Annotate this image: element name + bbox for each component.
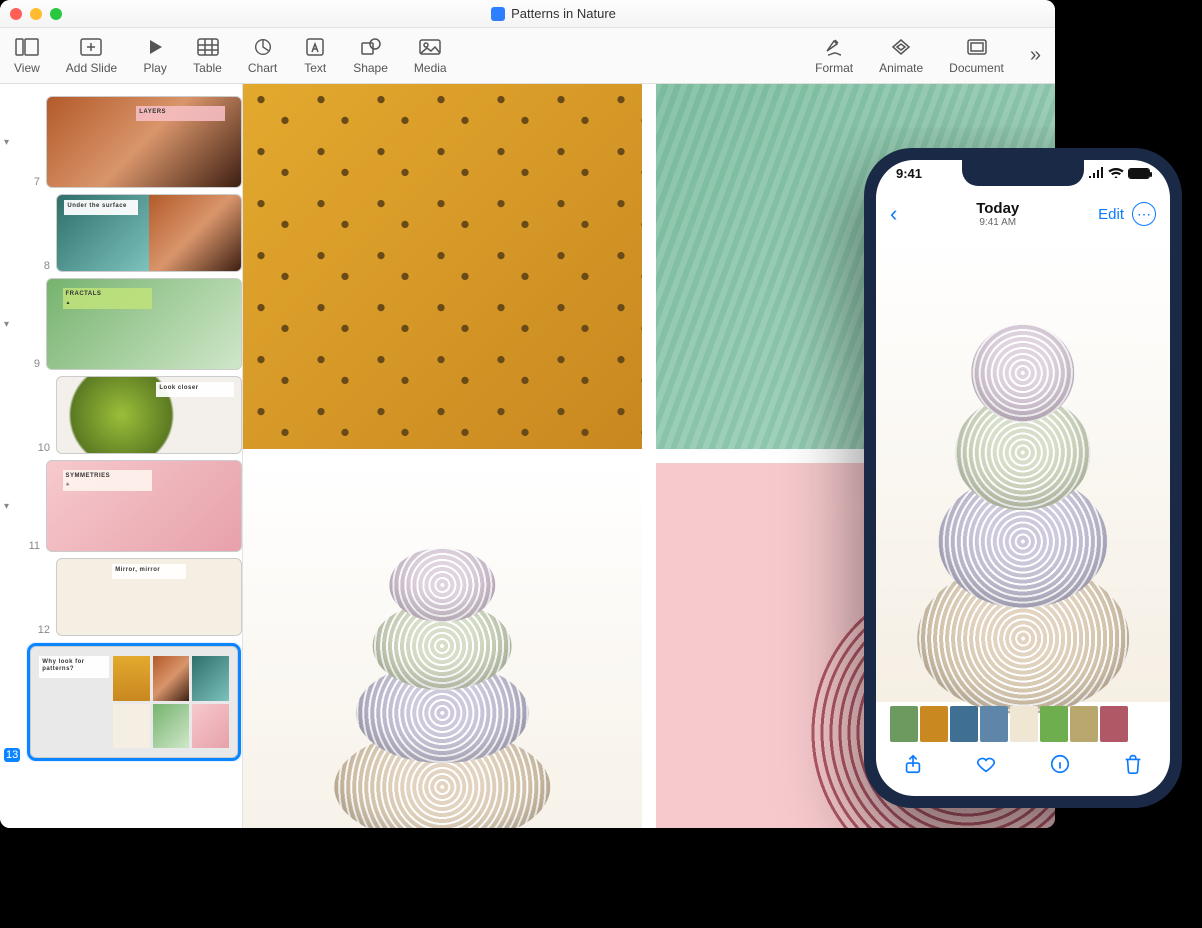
slide-thumb-8[interactable]: 8 Under the surface bbox=[34, 194, 242, 272]
favorite-button[interactable] bbox=[975, 753, 997, 780]
toolbar-document[interactable]: Document bbox=[949, 37, 1004, 75]
toolbar-overflow-icon[interactable]: » bbox=[1030, 44, 1041, 67]
slide-navigator[interactable]: ▾ 7 LAYERS 8 Under the surface ▾ 9 FRACT… bbox=[0, 84, 243, 828]
toolbar-table[interactable]: Table bbox=[193, 37, 222, 75]
toolbar-text[interactable]: Text bbox=[303, 37, 327, 75]
toolbar: View Add Slide Play Table Chart Text S bbox=[0, 28, 1055, 84]
toolbar-media[interactable]: Media bbox=[414, 37, 447, 75]
photos-subtitle: 9:41 AM bbox=[976, 217, 1019, 228]
view-icon bbox=[15, 37, 39, 57]
toolbar-chart[interactable]: Chart bbox=[248, 37, 277, 75]
filmstrip-thumb[interactable] bbox=[920, 706, 948, 742]
toolbar-shape[interactable]: Shape bbox=[353, 37, 388, 75]
photos-filmstrip[interactable] bbox=[876, 706, 1170, 742]
slide-thumb-12[interactable]: 12 Mirror, mirror bbox=[34, 558, 242, 636]
filmstrip-thumb[interactable] bbox=[890, 706, 918, 742]
document-title: Patterns in Nature bbox=[511, 6, 616, 21]
info-button[interactable] bbox=[1049, 753, 1071, 780]
canvas-image-urchin-stack[interactable] bbox=[243, 463, 642, 828]
filmstrip-thumb[interactable] bbox=[1100, 706, 1128, 742]
play-icon bbox=[143, 37, 167, 57]
more-button[interactable]: ⋯ bbox=[1132, 202, 1156, 226]
filmstrip-thumb[interactable] bbox=[980, 706, 1008, 742]
document-toolbutton-icon bbox=[965, 37, 989, 57]
filmstrip-thumb[interactable] bbox=[1040, 706, 1068, 742]
toolbar-animate[interactable]: Animate bbox=[879, 37, 923, 75]
animate-icon bbox=[889, 37, 913, 57]
traffic-lights bbox=[10, 8, 62, 20]
slide-thumb-11[interactable]: ▾ 11 SYMMETRIES✳ bbox=[4, 460, 242, 552]
wifi-icon bbox=[1108, 166, 1124, 181]
filmstrip-thumb[interactable] bbox=[1070, 706, 1098, 742]
slide-thumb-13[interactable]: 13 Why look for patterns? bbox=[4, 642, 242, 762]
battery-icon bbox=[1128, 168, 1150, 179]
chart-icon bbox=[251, 37, 275, 57]
media-icon bbox=[418, 37, 442, 57]
chevron-down-icon[interactable]: ▾ bbox=[4, 137, 18, 148]
slide-thumb-7[interactable]: ▾ 7 LAYERS bbox=[4, 96, 242, 188]
photos-current-image[interactable] bbox=[876, 236, 1170, 702]
edit-button[interactable]: Edit bbox=[1098, 206, 1124, 223]
iphone-device: 9:41 ‹ Today 9:41 AM Edit ⋯ bbox=[864, 148, 1182, 808]
minimize-window-button[interactable] bbox=[30, 8, 42, 20]
zoom-window-button[interactable] bbox=[50, 8, 62, 20]
status-time: 9:41 bbox=[896, 166, 922, 181]
photos-title: Today bbox=[976, 200, 1019, 217]
document-icon bbox=[491, 7, 505, 21]
iphone-notch bbox=[962, 160, 1084, 186]
chevron-down-icon[interactable]: ▾ bbox=[4, 501, 18, 512]
photos-header: ‹ Today 9:41 AM Edit ⋯ bbox=[876, 194, 1170, 234]
format-icon bbox=[822, 37, 846, 57]
share-button[interactable] bbox=[902, 753, 924, 780]
add-slide-icon bbox=[79, 37, 103, 57]
cellular-icon bbox=[1088, 166, 1104, 181]
toolbar-add-slide[interactable]: Add Slide bbox=[66, 37, 117, 75]
chevron-down-icon[interactable]: ▾ bbox=[4, 319, 18, 330]
iphone-screen: 9:41 ‹ Today 9:41 AM Edit ⋯ bbox=[876, 160, 1170, 796]
back-button[interactable]: ‹ bbox=[890, 201, 897, 227]
close-window-button[interactable] bbox=[10, 8, 22, 20]
text-icon bbox=[303, 37, 327, 57]
titlebar: Patterns in Nature bbox=[0, 0, 1055, 28]
table-icon bbox=[196, 37, 220, 57]
photos-toolbar bbox=[876, 746, 1170, 786]
toolbar-play[interactable]: Play bbox=[143, 37, 167, 75]
toolbar-view[interactable]: View bbox=[14, 37, 40, 75]
canvas-image-honeycomb[interactable] bbox=[243, 84, 642, 449]
shape-icon bbox=[359, 37, 383, 57]
filmstrip-thumb[interactable] bbox=[950, 706, 978, 742]
filmstrip-thumb[interactable] bbox=[1010, 706, 1038, 742]
slide-thumb-10[interactable]: 10 Look closer bbox=[34, 376, 242, 454]
trash-button[interactable] bbox=[1122, 753, 1144, 780]
slide-thumb-9[interactable]: ▾ 9 FRACTALS▲ bbox=[4, 278, 242, 370]
toolbar-format[interactable]: Format bbox=[815, 37, 853, 75]
